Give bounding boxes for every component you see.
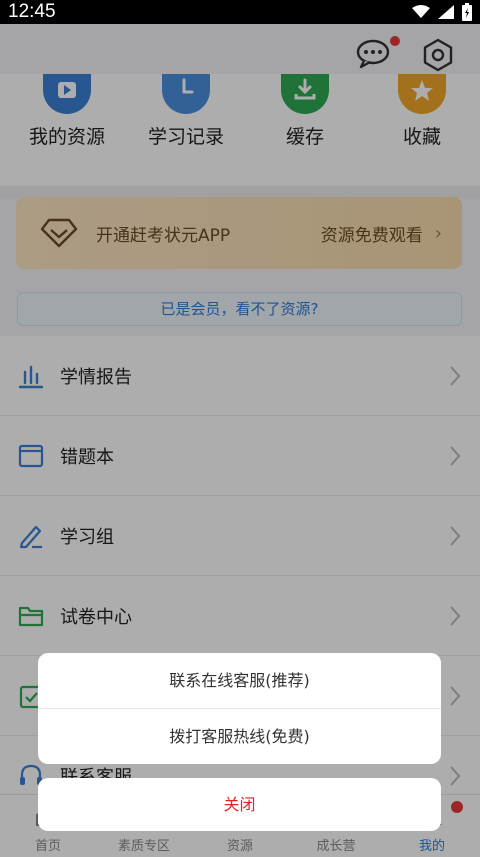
system-icons: [412, 3, 472, 21]
signal-icon: [438, 5, 454, 19]
wifi-icon: [412, 5, 430, 18]
online-service-option[interactable]: 联系在线客服(推荐): [38, 653, 441, 708]
battery-icon: [462, 3, 472, 21]
status-time: 12:45: [8, 1, 56, 22]
hotline-option[interactable]: 拨打客服热线(免费): [38, 708, 441, 763]
contact-action-sheet: 联系在线客服(推荐) 拨打客服热线(免费): [38, 653, 441, 764]
status-bar: 12:45: [0, 0, 480, 24]
close-button[interactable]: 关闭: [38, 778, 441, 831]
